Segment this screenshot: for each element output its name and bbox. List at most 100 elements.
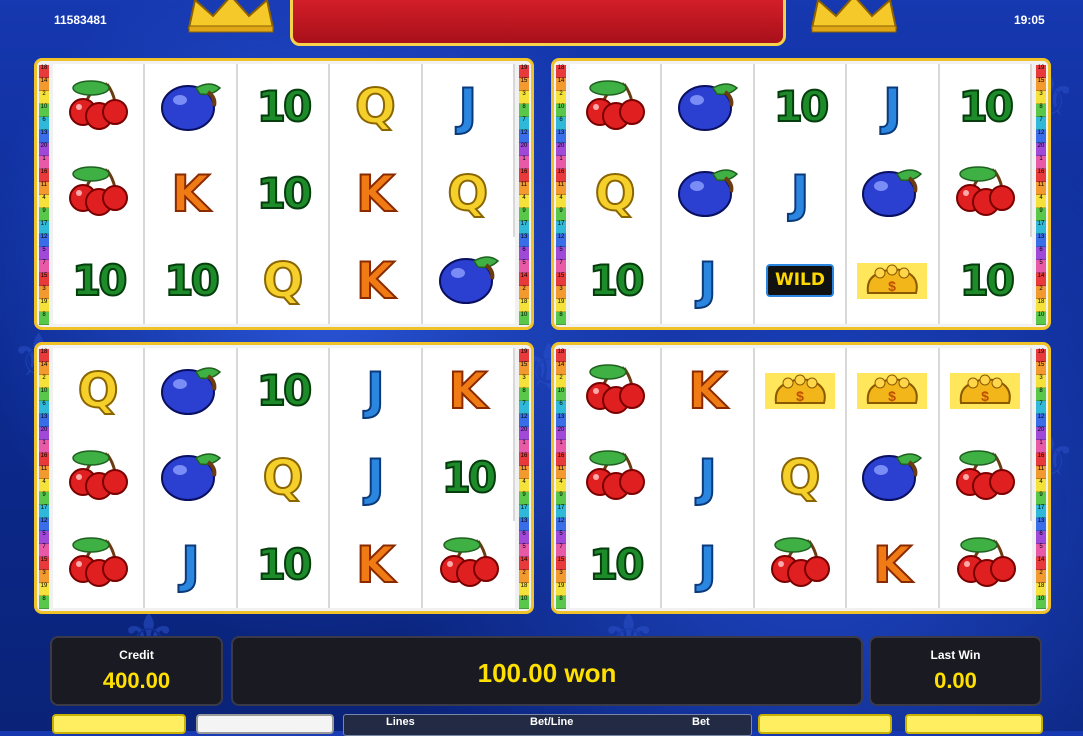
payline-number: 4 xyxy=(39,195,49,208)
payline-number: 20 xyxy=(556,143,566,156)
payline-number: 7 xyxy=(1036,117,1046,130)
payline-number: 9 xyxy=(519,492,529,505)
payline-number: 15 xyxy=(519,362,529,375)
payline-number: 9 xyxy=(1036,492,1046,505)
plum-icon xyxy=(156,448,226,507)
reel-cell: 10 xyxy=(570,237,663,324)
menu-button[interactable] xyxy=(52,714,186,734)
payline-number: 5 xyxy=(39,531,49,544)
symbol-wild: WILD xyxy=(765,264,834,298)
reel-cell: Q xyxy=(237,434,331,522)
payline-number: 17 xyxy=(1036,505,1046,518)
message-display: 100.00 won xyxy=(231,636,863,706)
payline-number: 20 xyxy=(39,143,49,156)
payline-number: 20 xyxy=(39,427,49,440)
reel-cell: 10 xyxy=(53,237,146,324)
payline-number: 18 xyxy=(39,65,49,78)
payline-number: 6 xyxy=(39,401,49,414)
payline-number: 16 xyxy=(519,453,529,466)
win-message: 100.00 won xyxy=(477,658,617,688)
game-logo-banner xyxy=(290,0,786,46)
bet-line-label[interactable]: Bet/Line xyxy=(530,716,573,728)
payline-number: 2 xyxy=(519,570,529,583)
plum-icon xyxy=(156,78,226,137)
payline-number: 15 xyxy=(1036,362,1046,375)
cherry-icon xyxy=(765,537,835,592)
payline-number: 3 xyxy=(1036,375,1046,388)
last-win-label: Last Win xyxy=(930,648,981,662)
credit-value: 400.00 xyxy=(102,668,171,693)
payline-number: 8 xyxy=(556,596,566,609)
payline-number: 13 xyxy=(519,234,529,247)
cherry-icon xyxy=(63,80,133,135)
autoplay-button[interactable] xyxy=(758,714,892,734)
slot-panel-4: 18 14 2 10 6 13 20 1 16 11 4 9 17 12 5 7 15 3 19 8 19 15 3 8 7 12… xyxy=(551,342,1051,614)
payline-number: 14 xyxy=(519,273,529,286)
symbol-10: 10 xyxy=(163,255,220,305)
payline-number: 5 xyxy=(1036,544,1046,557)
reel-cell: Q xyxy=(330,64,423,151)
plum-icon xyxy=(857,448,927,507)
reel-cell: Q xyxy=(237,237,331,324)
payline-number: 15 xyxy=(39,557,49,570)
symbol-10: 10 xyxy=(71,255,128,305)
clock: 19:05 xyxy=(1014,13,1045,27)
payline-number: 8 xyxy=(556,312,566,325)
payline-number: 1 xyxy=(556,156,566,169)
payline-number: 13 xyxy=(39,414,49,427)
payline-number: 14 xyxy=(1036,557,1046,570)
payline-number: 3 xyxy=(556,570,566,583)
lines-label[interactable]: Lines xyxy=(386,716,415,728)
info-button[interactable] xyxy=(196,714,334,734)
reel-cell: Q xyxy=(754,434,848,522)
payline-number: 19 xyxy=(556,299,566,312)
payline-number: 4 xyxy=(1036,479,1046,492)
symbol-10: 10 xyxy=(256,366,313,416)
slot-panel-3: 18 14 2 10 6 13 20 1 16 11 4 9 17 12 5 7 15 3 19 8 19 15 3 8 7 12… xyxy=(34,342,534,614)
symbol-10: 10 xyxy=(256,168,313,218)
cherry-icon xyxy=(580,450,650,505)
payline-indicator-left: 18 14 2 10 6 13 20 1 16 11 4 9 17 12 5 7 15 3 19 8 xyxy=(39,65,49,325)
cherry-icon xyxy=(950,166,1020,221)
symbol-k: K xyxy=(687,362,728,421)
payline-number: 13 xyxy=(39,130,49,143)
symbol-j: J xyxy=(790,164,811,223)
gold-bag-icon: $ xyxy=(857,373,928,410)
payline-number: 2 xyxy=(39,91,49,104)
reel-cell: $ xyxy=(754,348,848,435)
payline-number: 19 xyxy=(1036,65,1046,78)
payline-number: 18 xyxy=(519,299,529,312)
symbol-j: J xyxy=(180,535,201,594)
payline-number: 19 xyxy=(1036,349,1046,362)
payline-number: 9 xyxy=(1036,208,1046,221)
payline-number: 14 xyxy=(1036,273,1046,286)
reel-cell: 10 xyxy=(237,150,331,238)
reel-cell xyxy=(847,434,940,522)
payline-number: 8 xyxy=(1036,388,1046,401)
reel-cell: $ xyxy=(847,348,940,435)
payline-number: 7 xyxy=(556,260,566,273)
payline-number: 19 xyxy=(39,299,49,312)
crown-icon xyxy=(810,0,898,33)
payline-number: 13 xyxy=(1036,234,1046,247)
payline-number: 18 xyxy=(556,349,566,362)
credit-display: Credit 400.00 xyxy=(50,636,223,706)
reel-cell xyxy=(53,150,146,238)
payline-number: 1 xyxy=(1036,156,1046,169)
payline-number: 6 xyxy=(1036,247,1046,260)
slot-panel-1: 18 14 2 10 6 13 20 1 16 11 4 9 17 12 5 7 15 3 19 8 19 15 3 8 7 12… xyxy=(34,58,534,330)
symbol-q: Q xyxy=(446,165,489,222)
payline-number: 11 xyxy=(519,182,529,195)
plum-icon xyxy=(673,164,743,223)
bet-label[interactable]: Bet xyxy=(692,716,710,728)
payline-number: 16 xyxy=(519,169,529,182)
payline-number: 10 xyxy=(519,312,529,325)
payline-number: 15 xyxy=(1036,78,1046,91)
reel-cell xyxy=(939,434,1032,522)
payline-number: 7 xyxy=(39,544,49,557)
start-button[interactable] xyxy=(905,714,1043,734)
payline-number: 20 xyxy=(519,143,529,156)
payline-number: 6 xyxy=(556,117,566,130)
symbol-q: Q xyxy=(262,449,305,506)
reel-cell: J xyxy=(754,150,848,238)
